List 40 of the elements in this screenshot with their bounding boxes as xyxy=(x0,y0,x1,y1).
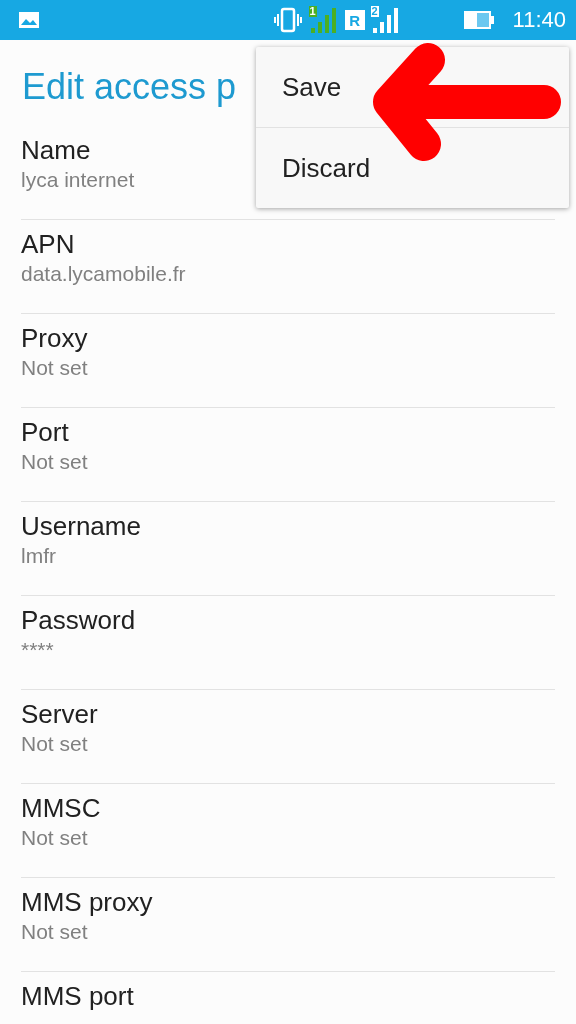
setting-row[interactable]: MMSC Not set xyxy=(21,784,555,878)
signal-icon xyxy=(308,6,339,34)
setting-row[interactable]: Password **** xyxy=(21,596,555,690)
setting-row[interactable]: Port Not set xyxy=(21,408,555,502)
setting-label: Username xyxy=(21,510,141,542)
vibrate-icon xyxy=(272,7,303,33)
setting-label: APN xyxy=(21,228,75,260)
setting-value: Not set xyxy=(21,919,88,945)
setting-row[interactable]: Server Not set xyxy=(21,690,555,784)
setting-label: Server xyxy=(21,698,98,730)
setting-label: MMS port xyxy=(21,980,134,1012)
setting-label: MMS proxy xyxy=(21,886,153,918)
setting-row[interactable]: MMS proxy Not set xyxy=(21,878,555,972)
roaming-badge: R xyxy=(344,10,365,30)
setting-value: **** xyxy=(21,637,54,663)
sim-number: 1 xyxy=(308,6,317,17)
signal-icon xyxy=(370,6,401,34)
setting-row[interactable]: Proxy Not set xyxy=(21,314,555,408)
setting-row[interactable]: APN data.lycamobile.fr xyxy=(21,220,555,314)
menu-item[interactable]: Save xyxy=(256,47,569,127)
image-icon xyxy=(18,11,40,29)
setting-value: lmfr xyxy=(21,543,56,569)
menu-item[interactable]: Discard xyxy=(256,128,569,208)
setting-value: data.lycamobile.fr xyxy=(21,261,186,287)
setting-value: Not set xyxy=(21,355,88,381)
setting-value: lyca internet xyxy=(21,167,135,193)
setting-label: Password xyxy=(21,604,136,636)
setting-row[interactable]: Username lmfr xyxy=(21,502,555,596)
sim-number: 2 xyxy=(370,6,379,17)
setting-row[interactable]: MMS port xyxy=(21,972,555,1012)
setting-label: Port xyxy=(21,416,69,448)
setting-label: Name xyxy=(21,134,91,166)
clock-time: 11:40 xyxy=(512,7,566,33)
setting-value: Not set xyxy=(21,449,88,475)
setting-label: Proxy xyxy=(21,322,88,354)
setting-value: Not set xyxy=(21,825,88,851)
setting-value: Not set xyxy=(21,731,88,757)
battery-icon xyxy=(462,10,495,30)
screen-title: Edit access p xyxy=(21,65,238,109)
setting-label: MMSC xyxy=(21,792,101,824)
